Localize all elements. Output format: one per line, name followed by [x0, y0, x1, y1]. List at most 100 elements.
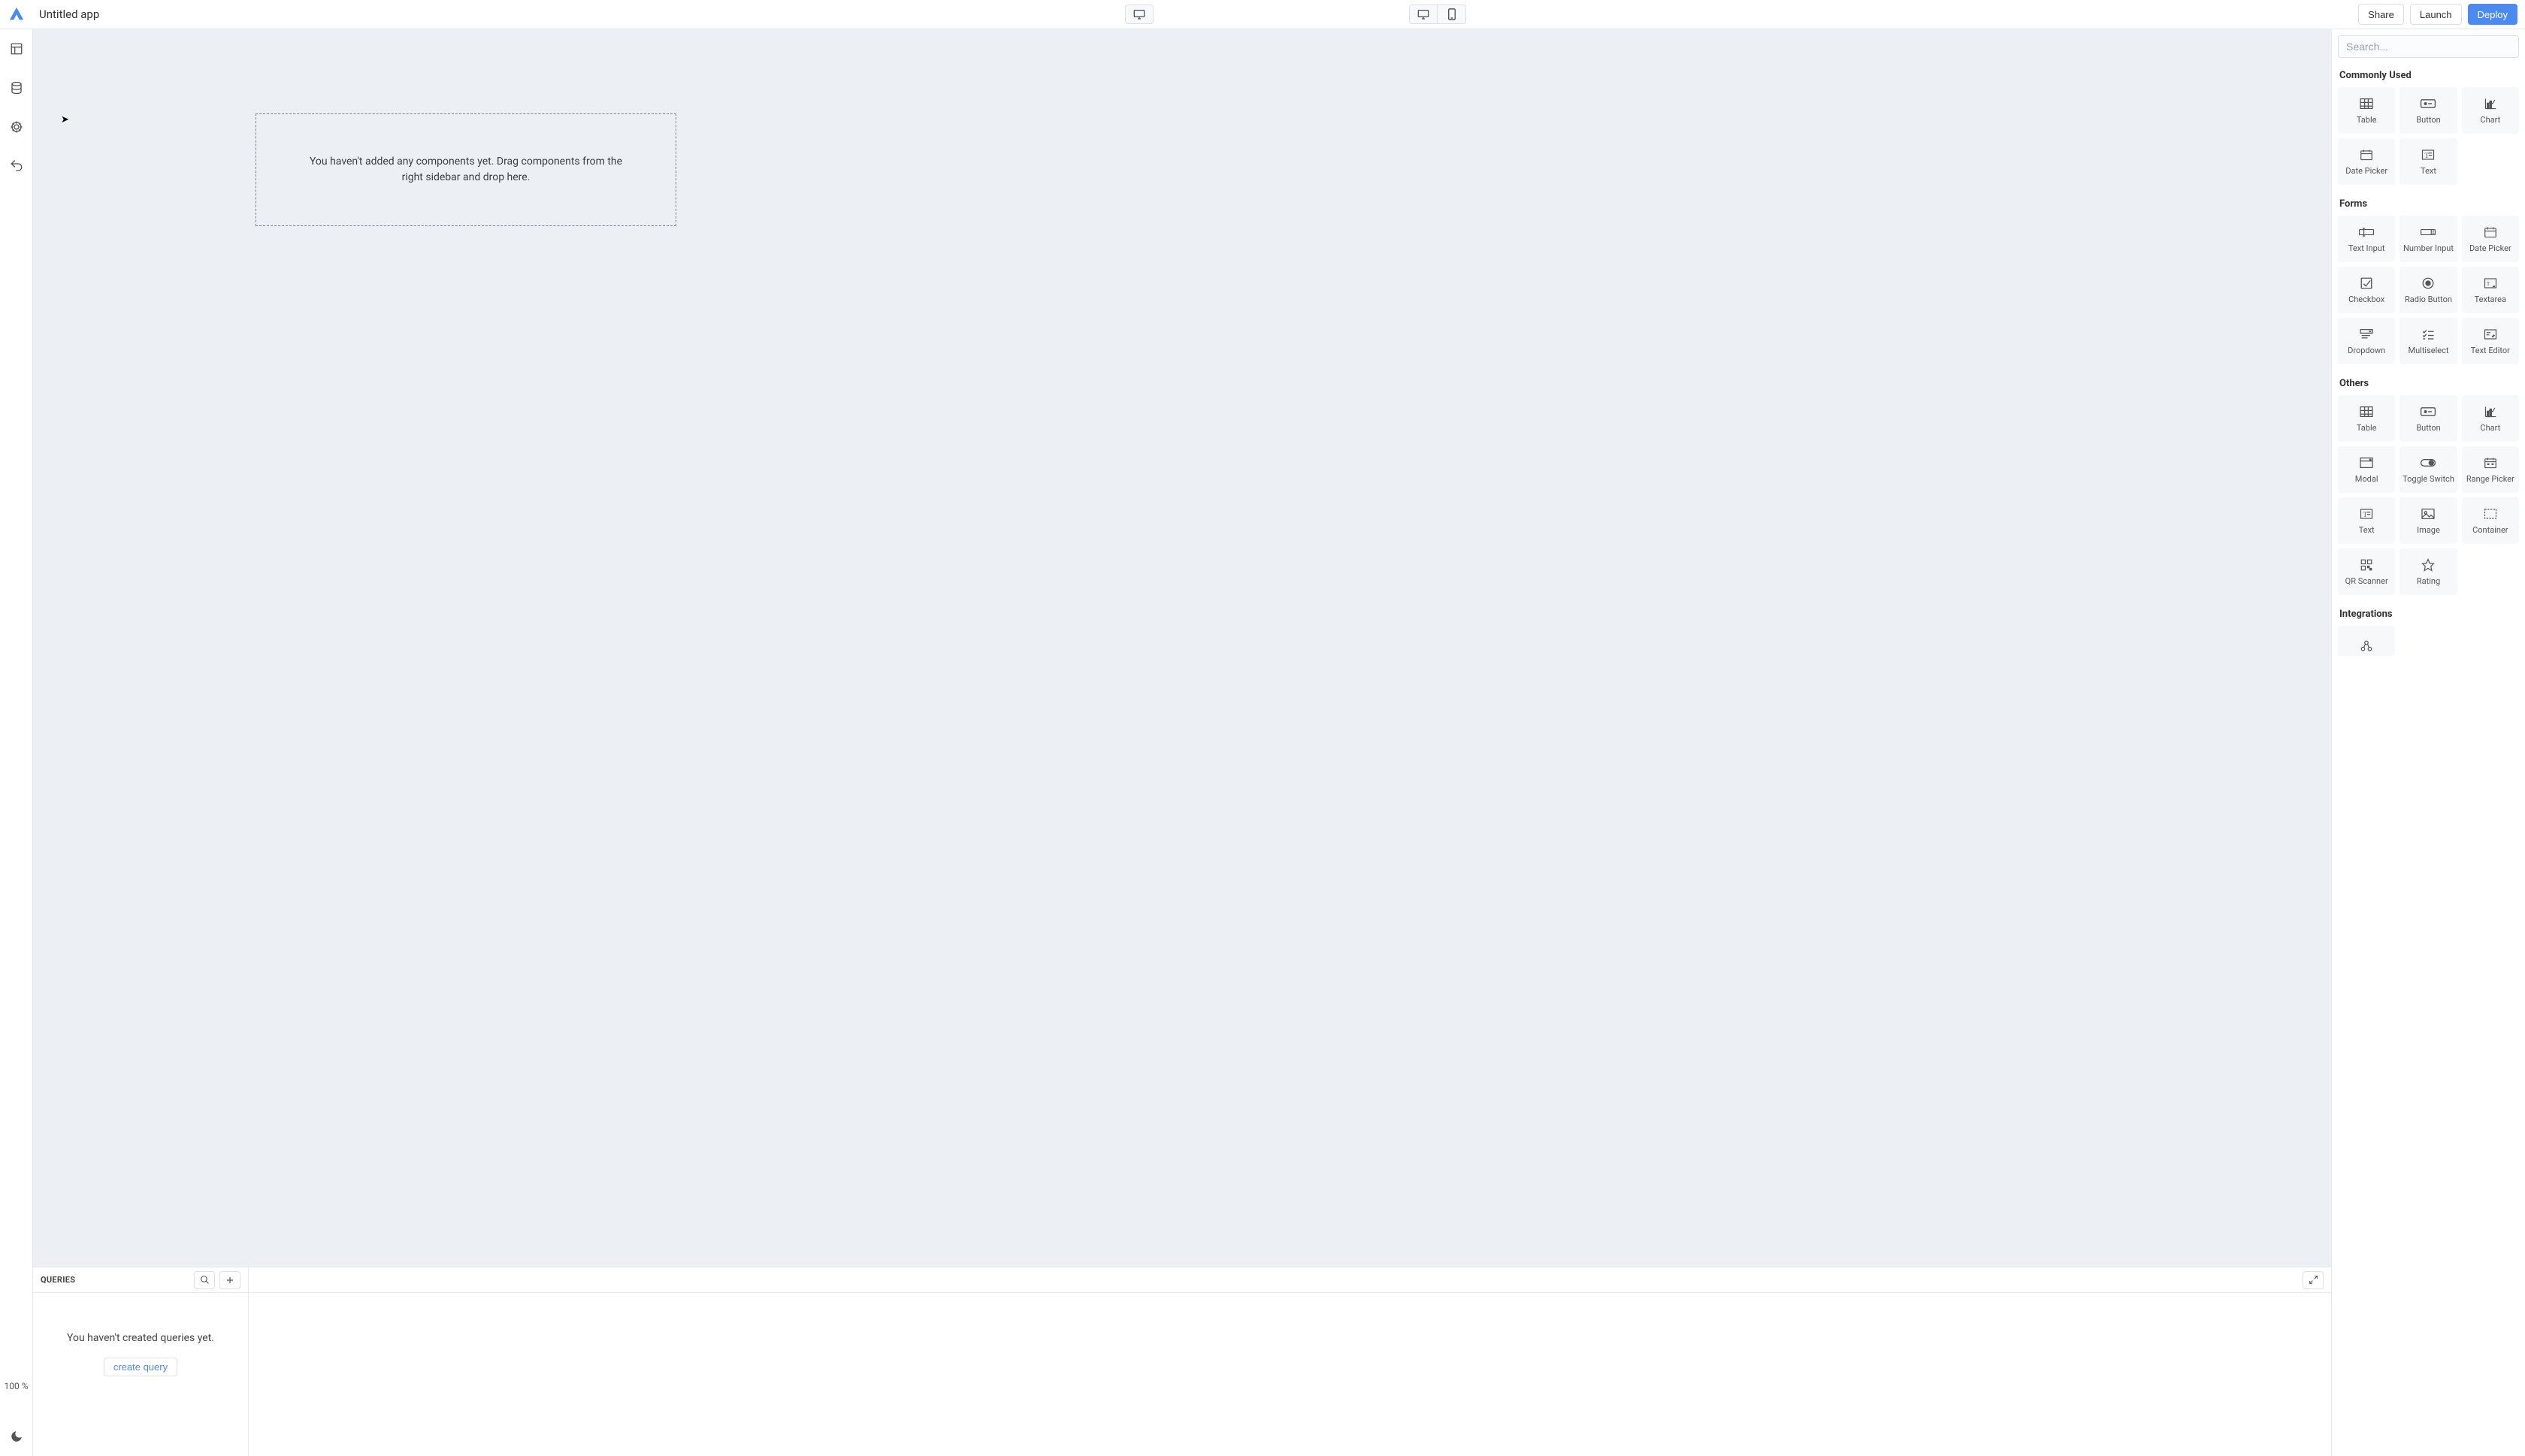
component-card-multiselect[interactable]: Multiselect: [2400, 318, 2457, 364]
radio-icon: [2420, 276, 2436, 290]
rail-components-button[interactable]: [8, 40, 26, 58]
textarea-icon: T: [2482, 276, 2499, 290]
rail-undo-button[interactable]: [8, 157, 26, 175]
section-title-integrations: Integrations: [2332, 603, 2525, 623]
text-icon: T: [2420, 148, 2436, 162]
queries-actions: [194, 1271, 240, 1289]
toggle-icon: [2420, 456, 2436, 470]
component-card-table[interactable]: Table: [2338, 87, 2395, 134]
queries-expand-button[interactable]: [2303, 1271, 2324, 1289]
integration-icon: [2358, 639, 2375, 653]
svg-text:T: T: [2363, 510, 2368, 518]
component-card-radio-button[interactable]: Radio Button: [2400, 267, 2457, 313]
deploy-button[interactable]: Deploy: [2468, 4, 2517, 25]
component-search-wrap: [2332, 29, 2525, 64]
container-icon: [2482, 507, 2499, 521]
comp-label: Chart: [2480, 423, 2500, 433]
comp-label: Textarea: [2475, 295, 2506, 304]
canvas-wrap: ➤ You haven't added any components yet. …: [33, 29, 2331, 1267]
queries-empty-text: You haven't created queries yet.: [67, 1332, 214, 1344]
comp-label: Radio Button: [2405, 295, 2452, 304]
calendar-icon: [2358, 148, 2375, 162]
component-card-toggle-switch[interactable]: Toggle Switch: [2400, 446, 2457, 493]
header: Untitled app Share Launch Deploy: [0, 0, 2525, 29]
viewport-desktop-single-button[interactable]: [1125, 5, 1154, 24]
section-title-commonly-used: Commonly Used: [2332, 64, 2525, 84]
theme-toggle-button[interactable]: [8, 1427, 26, 1445]
component-card-number-input[interactable]: Number Input: [2400, 216, 2457, 262]
comp-label: Button: [2416, 423, 2440, 433]
component-card-date-picker[interactable]: Date Picker: [2338, 138, 2395, 185]
rail-debug-button[interactable]: [8, 118, 26, 136]
viewport-mobile-button[interactable]: [1438, 5, 1466, 24]
component-card-container[interactable]: Container: [2462, 497, 2519, 544]
component-card-chart-others[interactable]: Chart: [2462, 395, 2519, 442]
create-query-button[interactable]: create query: [104, 1358, 177, 1376]
component-card-text-others[interactable]: T Text: [2338, 497, 2395, 544]
share-button[interactable]: Share: [2358, 4, 2404, 25]
comp-label: QR Scanner: [2345, 576, 2388, 586]
calendar-icon: [2482, 456, 2499, 470]
comp-label: Date Picker: [2469, 243, 2511, 253]
button-icon: [2420, 405, 2436, 418]
component-card-chart[interactable]: Chart: [2462, 87, 2519, 134]
canvas[interactable]: ➤ You haven't added any components yet. …: [45, 29, 2319, 1267]
button-icon: [2420, 97, 2436, 110]
comp-label: Image: [2417, 525, 2440, 535]
comp-label: Checkbox: [2348, 295, 2384, 304]
empty-canvas-dropzone[interactable]: You haven't added any components yet. Dr…: [256, 113, 676, 226]
comp-label: Dropdown: [2348, 346, 2385, 355]
zoom-level-label[interactable]: 100 %: [5, 1381, 29, 1391]
queries-title: QUERIES: [41, 1275, 75, 1285]
comp-label: Container: [2472, 525, 2508, 535]
comp-label: Range Picker: [2466, 474, 2514, 484]
component-card-table-others[interactable]: Table: [2338, 395, 2395, 442]
header-center: [233, 5, 2358, 24]
component-card-dropdown[interactable]: Dropdown: [2338, 318, 2395, 364]
section-title-forms: Forms: [2332, 192, 2525, 213]
comp-label: Text: [2359, 525, 2375, 535]
queries-panel: QUERIES You haven't created queries yet.…: [33, 1267, 2331, 1456]
text-input-icon: [2358, 225, 2375, 239]
app-logo[interactable]: [8, 5, 26, 23]
svg-text:T: T: [2425, 151, 2430, 159]
comp-label: Button: [2416, 115, 2440, 125]
multiselect-icon: [2420, 328, 2436, 341]
component-card-text-input[interactable]: Text Input: [2338, 216, 2395, 262]
app-title[interactable]: Untitled app: [39, 8, 99, 21]
component-card-image[interactable]: Image: [2400, 497, 2457, 544]
comp-label: Number Input: [2403, 243, 2454, 253]
component-card-rating[interactable]: Rating: [2400, 548, 2457, 595]
component-search-input[interactable]: [2338, 35, 2519, 58]
comp-label: Chart: [2480, 115, 2500, 125]
header-right: Share Launch Deploy: [2358, 4, 2517, 25]
component-card-integration[interactable]: [2338, 626, 2395, 656]
comp-label: Table: [2357, 423, 2377, 433]
section-title-others: Others: [2332, 372, 2525, 392]
queries-right-pane: [249, 1267, 2331, 1456]
viewport-pair: [1409, 5, 1466, 24]
viewport-desktop-button[interactable]: [1409, 5, 1438, 24]
component-card-text-editor[interactable]: Text Editor: [2462, 318, 2519, 364]
component-card-qr-scanner[interactable]: QR Scanner: [2338, 548, 2395, 595]
chart-icon: [2482, 97, 2499, 110]
checkbox-icon: [2358, 276, 2375, 290]
component-card-textarea[interactable]: T Textarea: [2462, 267, 2519, 313]
grid-integrations: [2332, 623, 2525, 663]
component-card-date-picker-form[interactable]: Date Picker: [2462, 216, 2519, 262]
grid-forms: Text Input Number Input Date Picker Chec…: [2332, 213, 2525, 372]
component-card-range-picker[interactable]: Range Picker: [2462, 446, 2519, 493]
comp-label: Table: [2357, 115, 2377, 125]
queries-search-button[interactable]: [194, 1271, 215, 1289]
comp-label: Text: [2421, 166, 2436, 176]
queries-header: QUERIES: [33, 1267, 248, 1293]
component-card-modal[interactable]: Modal: [2338, 446, 2395, 493]
component-card-checkbox[interactable]: Checkbox: [2338, 267, 2395, 313]
component-card-button-others[interactable]: Button: [2400, 395, 2457, 442]
component-card-text[interactable]: T Text: [2400, 138, 2457, 185]
launch-button[interactable]: Launch: [2410, 4, 2462, 25]
queries-add-button[interactable]: [219, 1271, 240, 1289]
main-area: ➤ You haven't added any components yet. …: [33, 29, 2331, 1456]
component-card-button[interactable]: Button: [2400, 87, 2457, 134]
rail-database-button[interactable]: [8, 79, 26, 97]
